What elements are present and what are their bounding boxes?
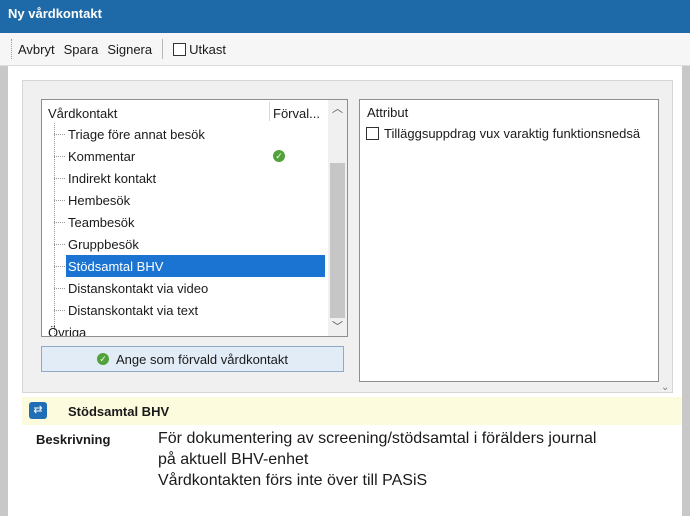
tree-item-label: Distanskontakt via text [68, 303, 199, 318]
tree-item[interactable]: Distanskontakt via video [42, 277, 347, 299]
description-line: För dokumentering av screening/stödsamta… [158, 430, 597, 447]
draft-checkbox[interactable] [173, 42, 187, 56]
window-frame-right [682, 66, 690, 516]
tree-item[interactable]: Distanskontakt via text [42, 299, 347, 321]
check-circle-icon: ✓ [273, 150, 285, 162]
draft-toggle[interactable]: Utkast [173, 42, 226, 57]
tree-item-label: Gruppbesök [68, 237, 139, 252]
attribute-label: Tilläggsuppdrag vux varaktig funktionsne… [384, 126, 641, 141]
description-line: Vårdkontakten förs inte över till PASiS [158, 472, 428, 489]
tree-root-item[interactable]: Övriga [42, 321, 347, 337]
toolbar-divider [162, 39, 164, 59]
attributes-title: Attribut [367, 105, 409, 120]
contact-type-tree[interactable]: Vårdkontakt Förval... Triage före annat … [41, 99, 348, 337]
attribute-item[interactable]: Tilläggsuppdrag vux varaktig funktionsne… [366, 126, 640, 141]
draft-label: Utkast [189, 41, 226, 57]
scroll-thumb[interactable] [330, 163, 345, 318]
attributes-panel: Attribut Tilläggsuppdrag vux varaktig fu… [359, 99, 659, 382]
description-text: För dokumentering av screening/stödsamta… [158, 428, 596, 491]
toolbar-grip [11, 39, 14, 59]
toolbar: Avbryt Spara Signera Utkast [0, 33, 690, 66]
column-header-default[interactable]: Förval... [273, 106, 320, 121]
selection-panel: Vårdkontakt Förval... Triage före annat … [22, 80, 673, 393]
info-title: Stödsamtal BHV [68, 404, 170, 419]
tree-item[interactable]: Hembesök [42, 189, 347, 211]
check-circle-icon: ✓ [97, 353, 109, 365]
tree-item-label: Teambesök [68, 215, 135, 230]
tree-scrollbar[interactable]: ︿ ﹀ [328, 100, 347, 336]
description-label: Beskrivning [36, 432, 111, 447]
tree-item-label: Indirekt kontakt [68, 171, 157, 186]
tree-item-label: Kommentar [68, 149, 136, 164]
chevron-down-icon[interactable]: ⌄ [661, 382, 669, 393]
info-header: ⇄ Stödsamtal BHV [22, 397, 682, 425]
window-title: Ny vårdkontakt [0, 0, 690, 33]
tree-item[interactable]: Gruppbesök [42, 233, 347, 255]
form-content: Vårdkontakt Förval... Triage före annat … [8, 66, 682, 516]
set-default-button[interactable]: ✓ Ange som förvald vårdkontakt [41, 346, 344, 372]
attribute-checkbox[interactable] [366, 127, 379, 140]
tree-header: Vårdkontakt Förval... [42, 100, 347, 123]
description-line: på aktuell BHV-enhet [158, 451, 309, 468]
sign-button[interactable]: Signera [107, 42, 152, 57]
tree-item-selected[interactable]: Stödsamtal BHV [42, 255, 347, 277]
tree-item[interactable]: Kommentar ✓ [42, 145, 347, 167]
save-button[interactable]: Spara [64, 42, 99, 57]
scroll-up-icon[interactable]: ︿ [328, 100, 347, 118]
tree-item-label: Triage före annat besök [68, 127, 205, 142]
cancel-button[interactable]: Avbryt [18, 42, 55, 57]
column-divider[interactable] [269, 102, 270, 121]
tree-item-label: Hembesök [68, 193, 131, 208]
tree-item[interactable]: Indirekt kontakt [42, 167, 347, 189]
set-default-label: Ange som förvald vårdkontakt [116, 351, 288, 367]
column-header-name[interactable]: Vårdkontakt [48, 106, 117, 121]
tree-item-label: Övriga [48, 325, 87, 337]
scroll-down-icon[interactable]: ﹀ [328, 318, 347, 336]
tree-item[interactable]: Triage före annat besök [42, 123, 347, 145]
tree-item-label: Distanskontakt via video [68, 281, 209, 296]
handshake-icon: ⇄ [29, 402, 47, 419]
tree-item[interactable]: Teambesök [42, 211, 347, 233]
tree-item-label: Stödsamtal BHV [68, 259, 164, 274]
window-frame-left [0, 66, 8, 516]
